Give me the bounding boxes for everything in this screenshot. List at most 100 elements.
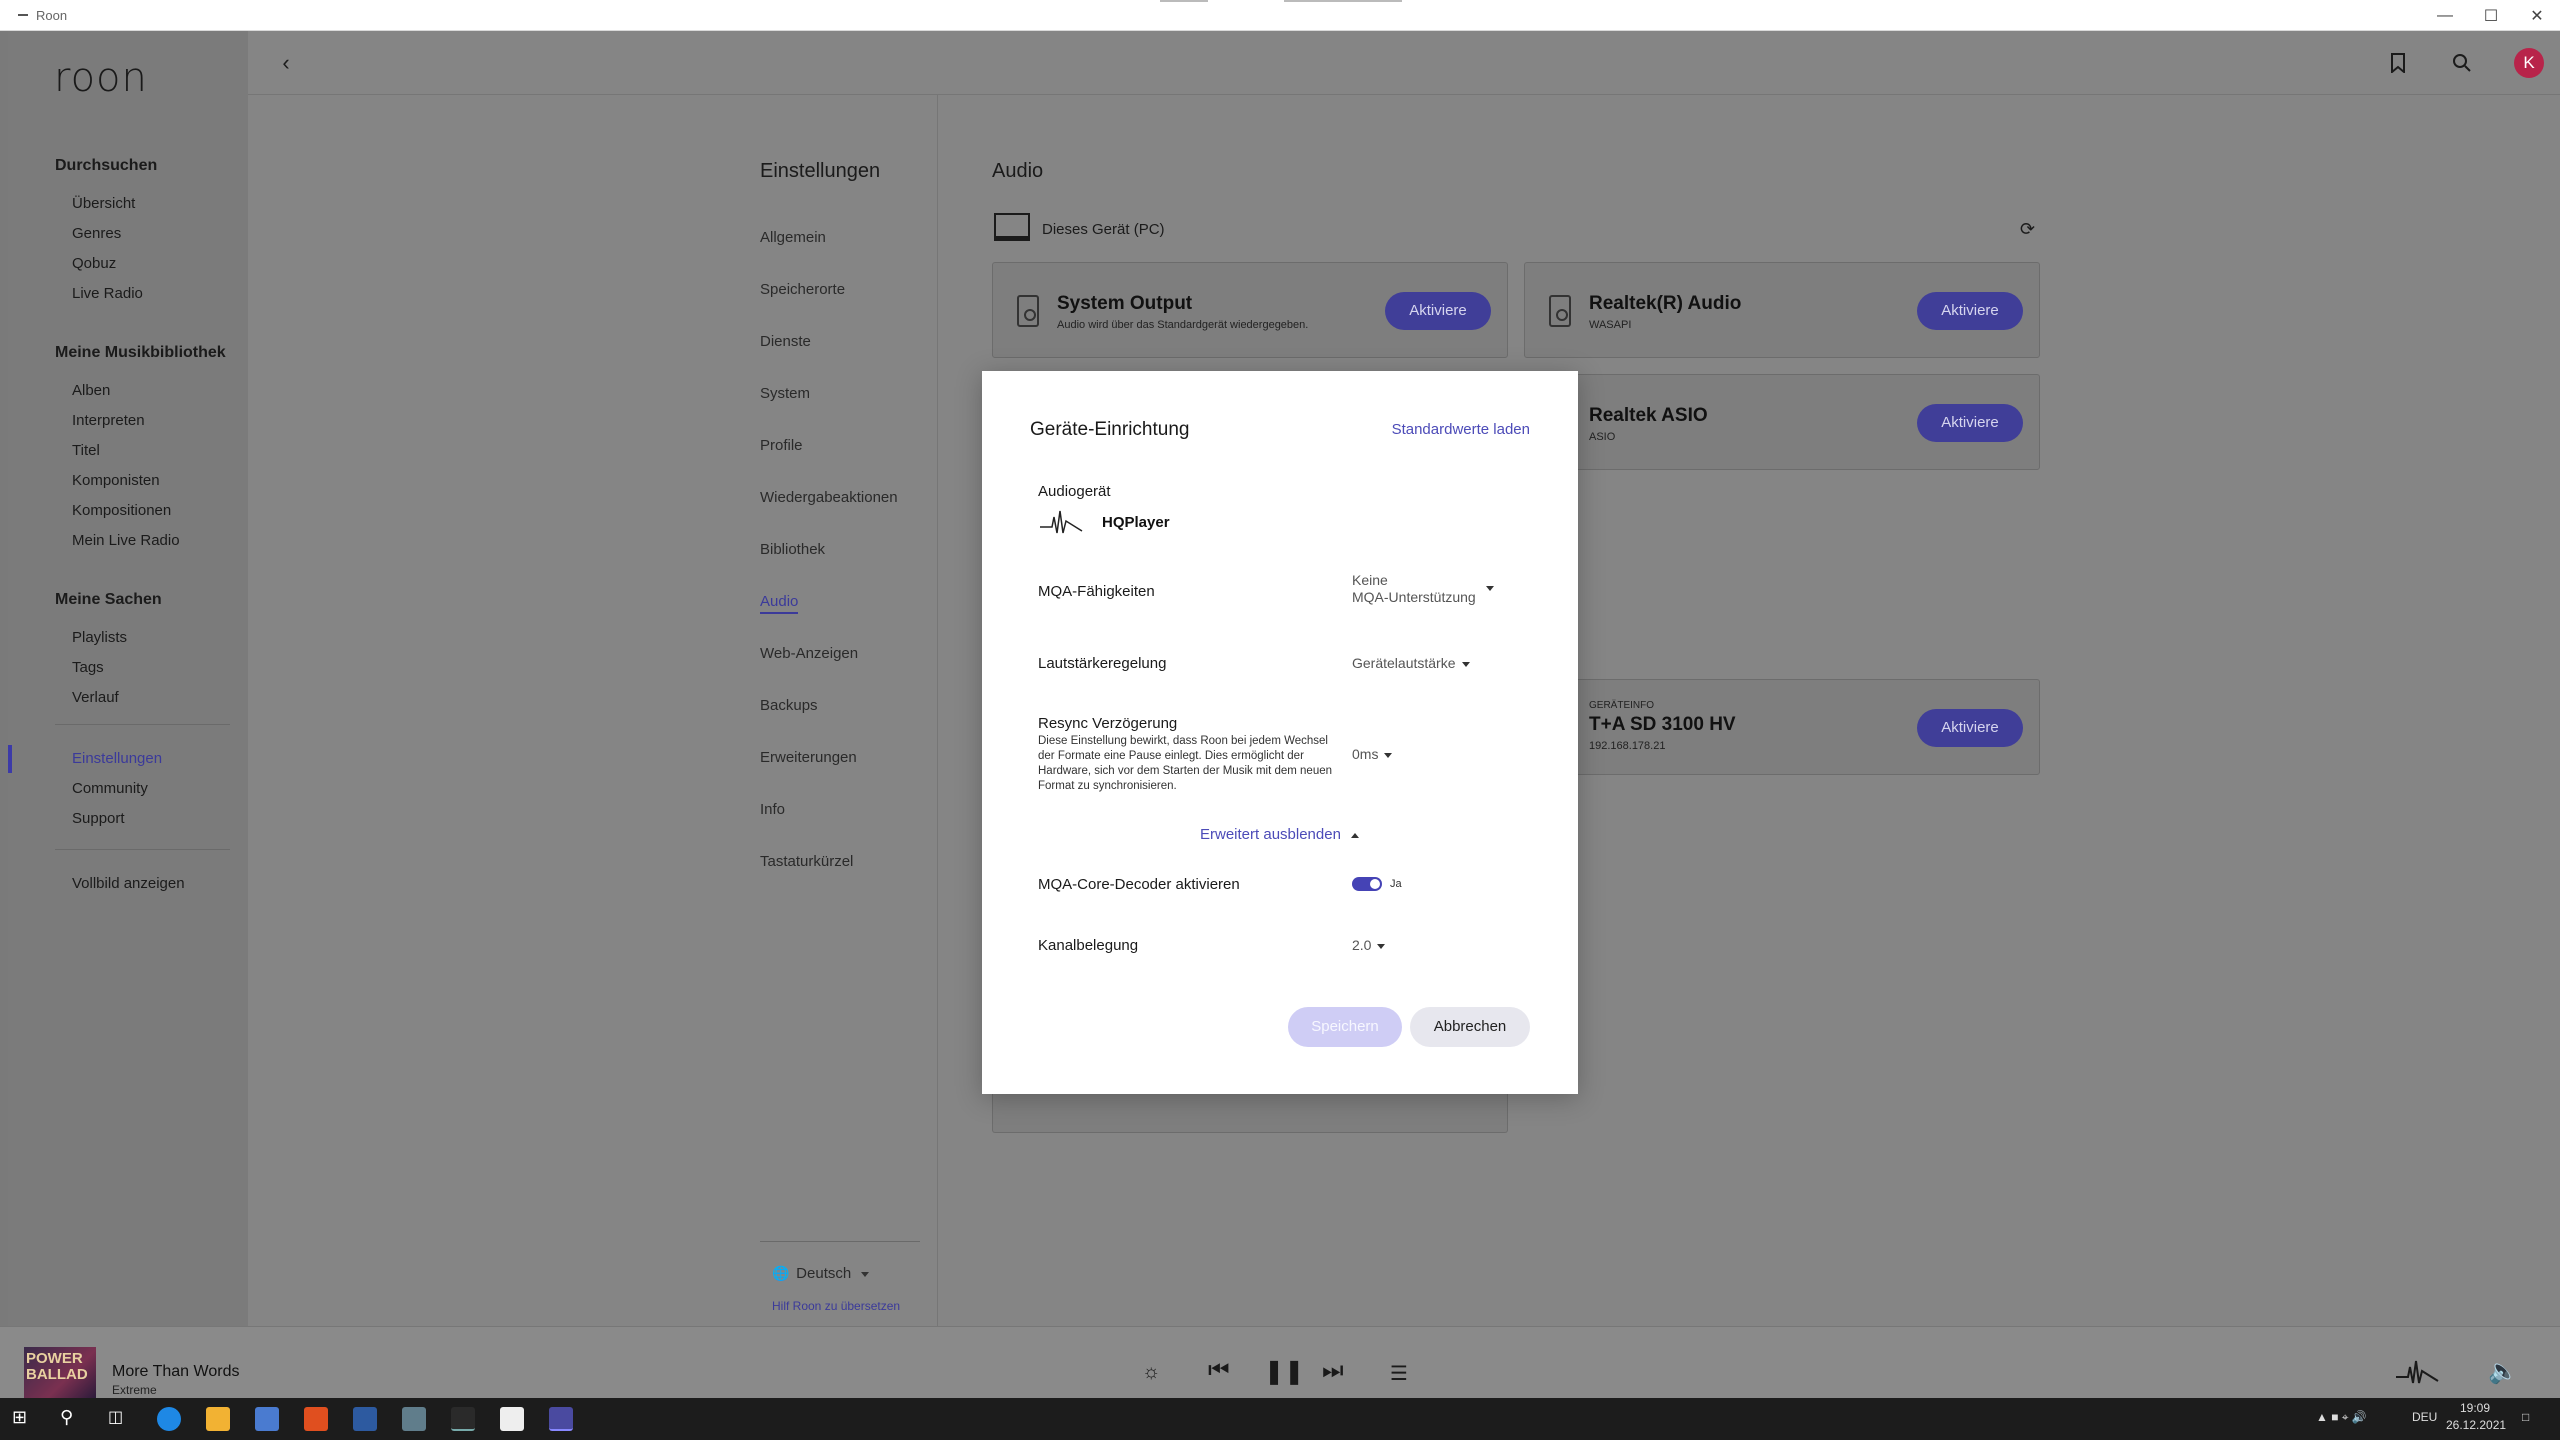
enable-button[interactable]: Aktiviere [1917, 292, 2023, 330]
volume-icon[interactable]: 🔈 [2488, 1357, 2518, 1386]
sidebar-item-composers[interactable]: Komponisten [72, 472, 160, 489]
laptop-icon [994, 213, 1030, 241]
pause-icon[interactable]: ❚❚ [1264, 1357, 1304, 1386]
mqa-capabilities-select[interactable]: Keine MQA-Unterstützung [1352, 572, 1494, 606]
settings-item-about[interactable]: Info [760, 801, 785, 818]
sidebar-item-tracks[interactable]: Titel [72, 442, 100, 459]
settings-item-web-displays[interactable]: Web-Anzeigen [760, 645, 858, 662]
device-subtitle: 192.168.178.21 [1589, 740, 1666, 752]
mqa-value-line1: Keine [1352, 572, 1388, 588]
settings-item-general[interactable]: Allgemein [760, 229, 826, 246]
queue-icon[interactable]: ☰ [1390, 1361, 1408, 1386]
back-icon[interactable]: ‹ [272, 49, 300, 77]
enable-button[interactable]: Aktiviere [1917, 709, 2023, 747]
settings-item-playback-actions[interactable]: Wiedergabeaktionen [760, 489, 898, 506]
chevron-down-icon [1485, 585, 1494, 591]
sidebar-item-settings[interactable]: Einstellungen [72, 750, 162, 767]
tray-icons[interactable]: ▲ ■ ⌖ 🔊 [2316, 1410, 2367, 1425]
settings-item-shortcuts[interactable]: Tastaturkürzel [760, 853, 853, 870]
settings-item-profiles[interactable]: Profile [760, 437, 803, 454]
cancel-button[interactable]: Abbrechen [1410, 1007, 1530, 1047]
fullscreen-button[interactable]: Vollbild anzeigen [72, 875, 185, 892]
sidebar-item-my-live-radio[interactable]: Mein Live Radio [72, 532, 180, 549]
channel-layout-label: Kanalbelegung [1038, 937, 1139, 954]
previous-icon[interactable]: ⏮ [1208, 1357, 1230, 1385]
store-icon[interactable] [255, 1407, 279, 1431]
roon-taskbar-icon[interactable] [549, 1407, 573, 1431]
hqplayer-taskbar-icon[interactable] [451, 1407, 475, 1431]
sidebar-item-compositions[interactable]: Kompositionen [72, 502, 171, 519]
sidebar-item-qobuz[interactable]: Qobuz [72, 255, 116, 272]
player-bar: POWER BALLAD More Than Words Extreme ☼ ⏮… [0, 1326, 2560, 1399]
explorer-icon[interactable] [206, 1407, 230, 1431]
refresh-icon[interactable]: ⟳ [2020, 219, 2035, 240]
powershell-icon[interactable] [353, 1407, 377, 1431]
minimize-icon[interactable]: — [2422, 0, 2468, 31]
device-group-label: Dieses Gerät (PC) [1042, 221, 1165, 238]
window-title: Roon [36, 8, 68, 23]
sidebar-header-browse: Durchsuchen [55, 157, 158, 174]
album-art[interactable]: POWER BALLAD [24, 1347, 96, 1399]
track-artist[interactable]: Extreme [112, 1383, 157, 1397]
task-view-icon[interactable]: ◫ [108, 1407, 132, 1431]
channel-layout-select[interactable]: 2.0 [1352, 937, 1386, 953]
track-title[interactable]: More Than Words [112, 1363, 239, 1381]
chevron-up-icon [1351, 832, 1360, 838]
resync-delay-select[interactable]: 0ms [1352, 746, 1393, 762]
settings-item-storage[interactable]: Speicherorte [760, 281, 845, 298]
search-icon[interactable] [2448, 49, 2476, 77]
save-button[interactable]: Speichern [1288, 1007, 1402, 1047]
sidebar-item-history[interactable]: Verlauf [72, 689, 119, 706]
settings-item-audio[interactable]: Audio [760, 593, 799, 614]
audio-title: Audio [992, 160, 1044, 182]
taskbar-search-icon[interactable]: ⚲ [60, 1407, 84, 1431]
hide-advanced-toggle[interactable]: Erweitert ausblenden [1200, 826, 1360, 843]
help-translate-link[interactable]: Hilf Roon zu übersetzen [772, 1299, 900, 1313]
enable-button[interactable]: Aktiviere [1385, 292, 1491, 330]
close-icon[interactable]: ✕ [2514, 0, 2560, 31]
clock-time[interactable]: 19:09 [2460, 1401, 2490, 1415]
sidebar-item-community[interactable]: Community [72, 780, 148, 797]
clock-date[interactable]: 26.12.2021 [2446, 1418, 2506, 1432]
office-icon[interactable] [304, 1407, 328, 1431]
settings-item-extensions[interactable]: Erweiterungen [760, 749, 857, 766]
sidebar-item-live-radio[interactable]: Live Radio [72, 285, 143, 302]
device-subtitle: Audio wird über das Standardgerät wieder… [1057, 319, 1309, 331]
sidebar-item-artists[interactable]: Interpreten [72, 412, 145, 429]
settings-item-library[interactable]: Bibliothek [760, 541, 825, 558]
maximize-icon[interactable]: ☐ [2468, 0, 2514, 31]
sidebar-item-overview[interactable]: Übersicht [72, 195, 135, 212]
settings-item-services[interactable]: Dienste [760, 333, 811, 350]
settings-item-backups[interactable]: Backups [760, 697, 818, 714]
input-language[interactable]: DEU [2412, 1410, 2437, 1424]
notification-icon[interactable]: □ [2522, 1410, 2529, 1424]
channel-layout-value: 2.0 [1352, 937, 1372, 953]
sidebar-item-albums[interactable]: Alben [72, 382, 110, 399]
bookmark-icon[interactable] [2384, 49, 2412, 77]
sidebar-item-support[interactable]: Support [72, 810, 125, 827]
calculator-icon[interactable] [402, 1407, 426, 1431]
settings-item-system[interactable]: System [760, 385, 810, 402]
enable-button[interactable]: Aktiviere [1917, 404, 2023, 442]
zone-icon[interactable] [2394, 1357, 2440, 1394]
user-avatar[interactable]: K [2514, 48, 2544, 78]
settings-panel [248, 95, 938, 1326]
top-bar: ‹ K [248, 31, 2560, 95]
resync-delay-label: Resync Verzögerung [1038, 715, 1178, 732]
app-taskbar-icon[interactable] [500, 1407, 524, 1431]
resync-delay-value: 0ms [1352, 746, 1379, 762]
sidebar-divider [55, 724, 230, 725]
sidebar-divider [55, 849, 230, 850]
edge-icon[interactable] [157, 1407, 181, 1431]
sidebar-item-tags[interactable]: Tags [72, 659, 104, 676]
sidebar-item-genres[interactable]: Genres [72, 225, 121, 242]
load-defaults-link[interactable]: Standardwerte laden [1392, 421, 1530, 438]
mqa-capabilities-label: MQA-Fähigkeiten [1038, 583, 1155, 600]
volume-control-select[interactable]: Gerätelautstärke [1352, 655, 1470, 671]
language-select[interactable]: 🌐 Deutsch [772, 1265, 870, 1282]
radio-icon[interactable]: ☼ [1142, 1361, 1160, 1384]
windows-start-icon[interactable]: ⊞ [12, 1407, 36, 1431]
mqa-core-decoder-toggle[interactable] [1352, 877, 1382, 891]
sidebar-item-playlists[interactable]: Playlists [72, 629, 127, 646]
next-icon[interactable]: ⏭ [1322, 1357, 1344, 1385]
